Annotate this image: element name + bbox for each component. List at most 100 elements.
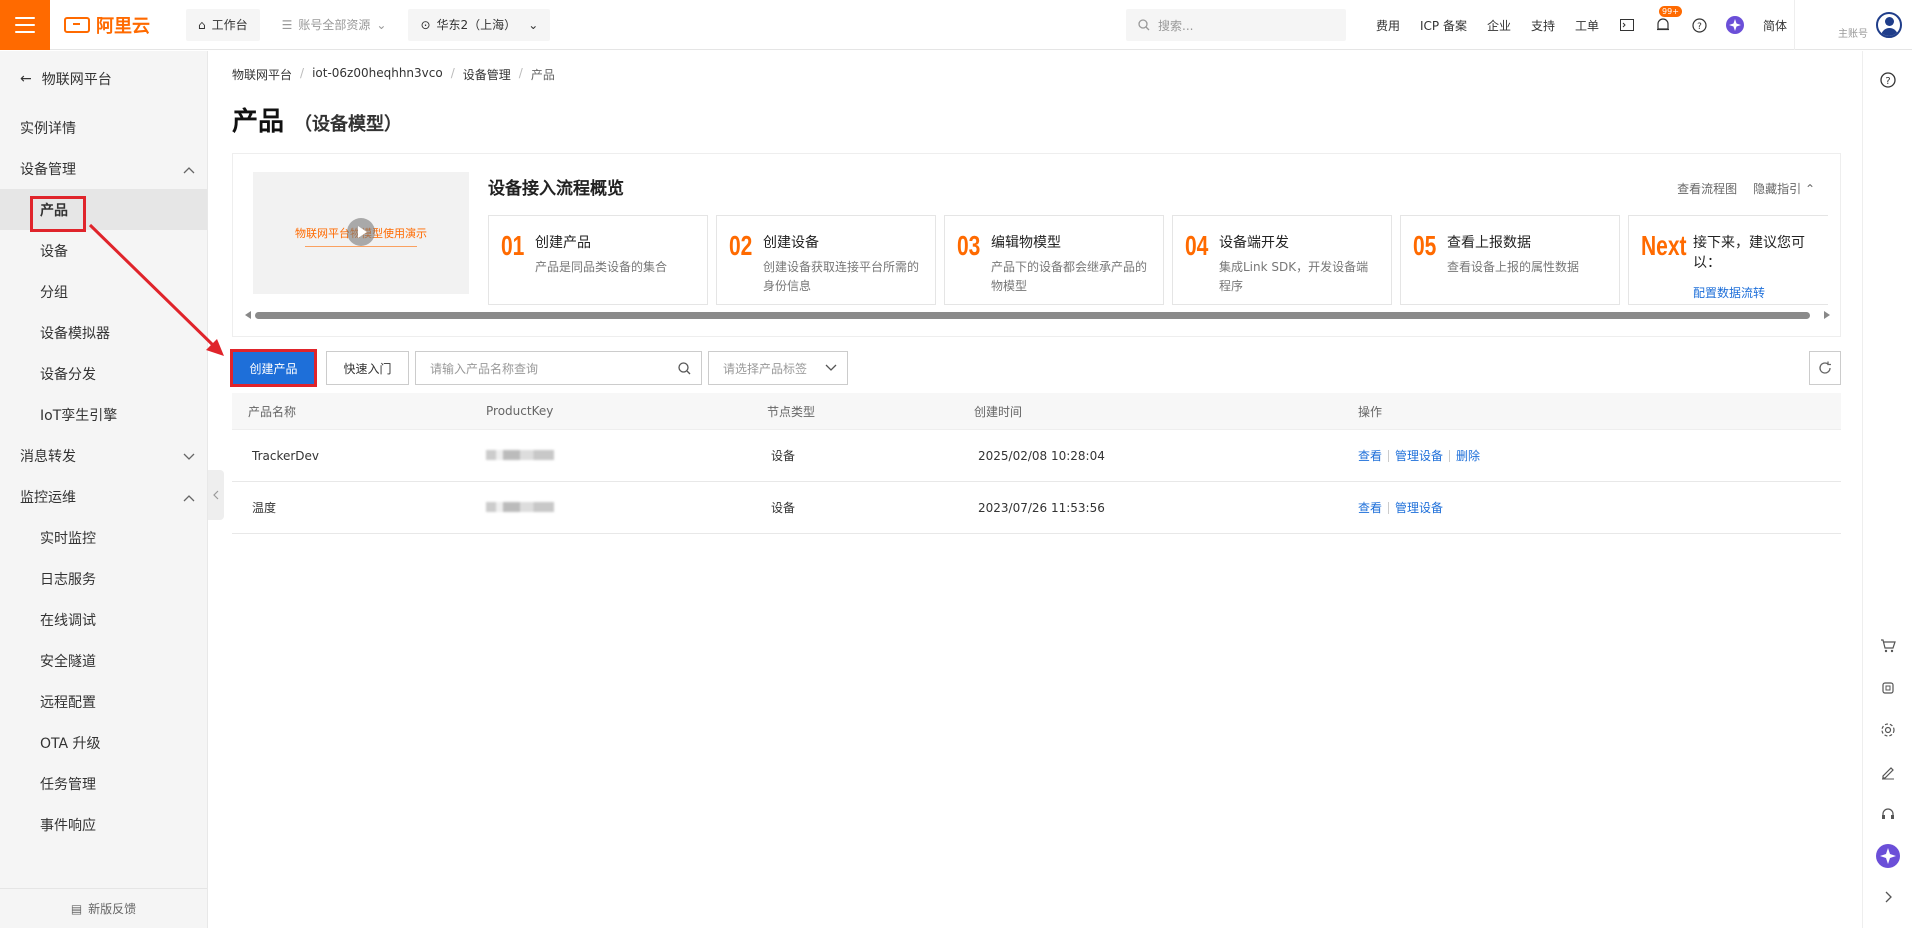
scrollbar-thumb[interactable]	[255, 312, 1810, 319]
demo-video-thumbnail[interactable]: 物联网平台物模型使用演示	[253, 172, 469, 294]
feedback-button[interactable]: ▤ 新版反馈	[0, 888, 207, 928]
guide-step[interactable]: 01 创建产品 产品是同品类设备的集合	[488, 215, 708, 305]
bell-icon[interactable]: 99+	[1645, 5, 1682, 33]
product-search-input[interactable]: 请输入产品名称查询	[415, 351, 702, 385]
ai-assistant-icon[interactable]	[1876, 844, 1900, 868]
configure-data-forwarding-link[interactable]: 配置数据流转	[1693, 284, 1816, 301]
sidebar-item-secure-tunnel[interactable]: 安全隧道	[0, 640, 207, 681]
view-link[interactable]: 查看	[1358, 447, 1382, 464]
aliyun-logo[interactable]: 阿里云	[64, 12, 164, 38]
guide-step[interactable]: 03 编辑物模型 产品下的设备都会继承产品的物模型	[944, 215, 1164, 305]
product-key-redacted	[486, 501, 767, 515]
breadcrumb-item[interactable]: iot-06z00heqhhn3vco	[312, 66, 443, 83]
sidebar-item-realtime-monitor[interactable]: 实时监控	[0, 517, 207, 558]
link-icp[interactable]: ICP 备案	[1410, 17, 1477, 34]
node-type: 设备	[771, 449, 796, 463]
view-link[interactable]: 查看	[1358, 499, 1382, 516]
refresh-button[interactable]	[1809, 351, 1841, 385]
link-billing[interactable]: 费用	[1366, 17, 1410, 34]
sidebar-item-task-management[interactable]: 任务管理	[0, 763, 207, 804]
terminal-icon[interactable]	[1609, 19, 1645, 31]
workbench-button[interactable]: ⌂ 工作台	[186, 8, 260, 41]
global-search-input[interactable]: 搜索...	[1126, 9, 1346, 41]
table-row: 温度 设备 2023/07/26 11:53:56 查看 管理设备	[232, 482, 1841, 534]
sidebar-item-label: 事件响应	[40, 817, 96, 834]
table-header: 产品名称 ProductKey 节点类型 创建时间 操作	[232, 393, 1841, 430]
edit-icon[interactable]	[1878, 762, 1898, 782]
divider	[1449, 449, 1451, 462]
sidebar-item-group[interactable]: 分组	[0, 271, 207, 312]
sidebar-item-device-simulator[interactable]: 设备模拟器	[0, 312, 207, 353]
play-icon[interactable]	[347, 218, 375, 246]
sidebar-group-monitoring[interactable]: 监控运维	[0, 476, 207, 517]
delete-link[interactable]: 删除	[1456, 447, 1480, 464]
sidebar-item-event-response[interactable]: 事件响应	[0, 804, 207, 845]
link-enterprise[interactable]: 企业	[1477, 17, 1521, 34]
guide-step[interactable]: 04 设备端开发 集成Link SDK，开发设备端程序	[1172, 215, 1392, 305]
breadcrumb-item[interactable]: 物联网平台	[232, 66, 292, 83]
refresh-icon	[1819, 361, 1831, 374]
quick-start-button[interactable]: 快速入门	[326, 351, 409, 385]
manage-devices-link[interactable]: 管理设备	[1395, 447, 1443, 464]
breadcrumb-item[interactable]: 设备管理	[463, 66, 511, 83]
link-ticket[interactable]: 工单	[1565, 17, 1609, 34]
ai-assistant-icon[interactable]	[1717, 16, 1753, 34]
menu-icon[interactable]	[0, 0, 50, 50]
sidebar-item-label: 设备管理	[20, 161, 76, 178]
manage-devices-link[interactable]: 管理设备	[1395, 499, 1443, 516]
cart-icon[interactable]	[1878, 636, 1898, 656]
headset-icon[interactable]	[1878, 804, 1898, 824]
search-icon[interactable]	[678, 361, 691, 375]
page-subtitle: （设备模型）	[294, 114, 403, 135]
sidebar-item-device[interactable]: 设备	[0, 230, 207, 271]
chevron-right-icon[interactable]	[1878, 887, 1898, 907]
language-switch[interactable]: 简体	[1753, 17, 1797, 34]
step-number: 04	[1185, 230, 1209, 261]
search-placeholder: 搜索...	[1158, 18, 1194, 33]
gear-icon[interactable]	[1878, 720, 1898, 740]
sidebar-item-label: 实例详情	[20, 120, 76, 137]
breadcrumb: 物联网平台 / iot-06z00heqhhn3vco / 设备管理 / 产品	[232, 66, 555, 83]
link-support[interactable]: 支持	[1521, 17, 1565, 34]
sidebar-item-instance-detail[interactable]: 实例详情	[0, 107, 207, 148]
chevron-down-icon: ⌄	[376, 17, 387, 32]
help-icon[interactable]: ?	[1878, 70, 1898, 90]
product-table: 产品名称 ProductKey 节点类型 创建时间 操作 TrackerDev …	[232, 393, 1841, 534]
breadcrumb-separator: /	[300, 66, 305, 80]
view-flowchart-link[interactable]: 查看流程图	[1677, 180, 1737, 197]
sidebar-item-label: OTA 升级	[40, 735, 101, 752]
sidebar-item-ota[interactable]: OTA 升级	[0, 722, 207, 763]
avatar[interactable]	[1876, 12, 1902, 38]
account-menu[interactable]: 主账号	[1794, 0, 1912, 50]
chevron-up-icon: ⌃	[1804, 182, 1815, 196]
sidebar-collapse-handle[interactable]	[208, 470, 224, 520]
chip-icon[interactable]	[1878, 678, 1898, 698]
column-header: 操作	[1358, 404, 1383, 419]
resources-dropdown[interactable]: ☰ 账号全部资源 ⌄	[269, 8, 399, 41]
feedback-label: 新版反馈	[88, 902, 137, 916]
sidebar-group-device-management[interactable]: 设备管理	[0, 148, 207, 189]
sidebar-item-log-service[interactable]: 日志服务	[0, 558, 207, 599]
guide-step[interactable]: 05 查看上报数据 查看设备上报的属性数据	[1400, 215, 1620, 305]
sidebar-group-message-forwarding[interactable]: 消息转发	[0, 435, 207, 476]
guide-scrollbar[interactable]	[245, 310, 1830, 320]
right-tool-rail: ?	[1862, 51, 1912, 928]
aliyun-logo-mark	[64, 16, 90, 33]
breadcrumb-separator: /	[450, 66, 455, 80]
create-product-button[interactable]: 创建产品	[230, 349, 317, 387]
back-to-iot-platform[interactable]: ← 物联网平台	[0, 51, 207, 107]
sidebar-item-device-distribution[interactable]: 设备分发	[0, 353, 207, 394]
sidebar-item-iot-twin-engine[interactable]: IoT孪生引擎	[0, 394, 207, 435]
region-dropdown[interactable]: ⊙ 华东2（上海） ⌄	[408, 8, 551, 41]
node-type: 设备	[771, 501, 796, 515]
scroll-right-icon[interactable]	[1824, 311, 1830, 319]
sidebar-item-remote-config[interactable]: 远程配置	[0, 681, 207, 722]
hide-guide-link[interactable]: 隐藏指引 ⌃	[1753, 180, 1815, 197]
help-icon[interactable]: ?	[1681, 17, 1717, 33]
sidebar-item-online-debug[interactable]: 在线调试	[0, 599, 207, 640]
step-number: Next	[1641, 230, 1687, 261]
column-header: ProductKey	[486, 404, 554, 418]
product-tag-select[interactable]: 请选择产品标签	[708, 351, 848, 385]
scroll-left-icon[interactable]	[245, 311, 251, 319]
guide-step[interactable]: 02 创建设备 创建设备获取连接平台所需的身份信息	[716, 215, 936, 305]
